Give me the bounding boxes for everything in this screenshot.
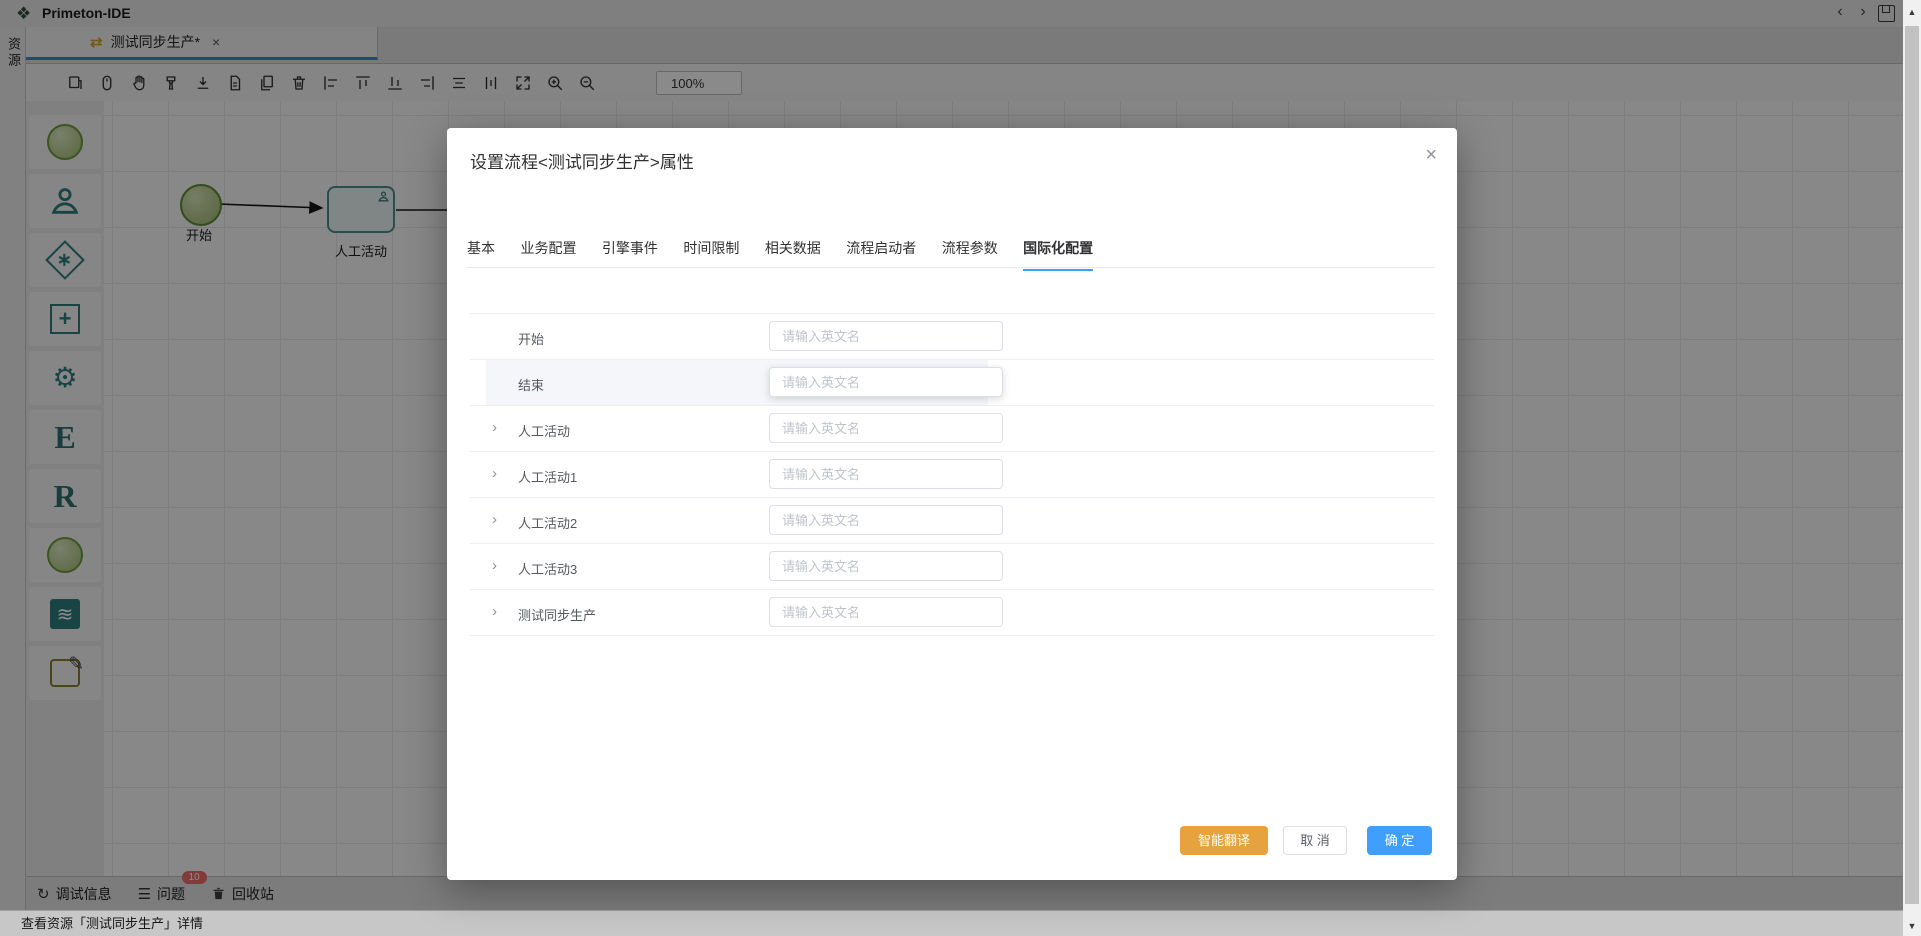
status-text: 查看资源「测试同步生产」详情 (21, 916, 203, 931)
chevron-right-icon[interactable]: › (492, 604, 497, 620)
scroll-up-icon[interactable]: ▲ (1903, 7, 1921, 17)
vertical-scrollbar[interactable]: ▲ ▼ (1903, 0, 1921, 936)
tab-engine-events[interactable]: 引擎事件 (602, 226, 658, 271)
chevron-right-icon[interactable]: › (492, 558, 497, 574)
chevron-right-icon[interactable]: › (492, 420, 497, 436)
i18n-form: 开始 结束 › 人工活动 › 人工活动1 › 人工活动2 › 人工活动3 (470, 313, 1434, 636)
tab-related-data[interactable]: 相关数据 (765, 226, 821, 271)
row-label: 人工活动 (518, 421, 570, 440)
i18n-row-manual-activity1[interactable]: › 人工活动1 (470, 452, 1434, 498)
row-label: 开始 (518, 329, 544, 348)
tab-time-limit[interactable]: 时间限制 (683, 226, 739, 271)
english-name-input[interactable] (769, 551, 1003, 581)
english-name-input[interactable] (769, 505, 1003, 535)
row-label: 结束 (518, 375, 544, 394)
row-label: 人工活动1 (518, 467, 577, 486)
english-name-input[interactable] (769, 367, 1003, 397)
tab-process-initiator[interactable]: 流程启动者 (846, 226, 916, 271)
english-name-input[interactable] (769, 413, 1003, 443)
row-label: 测试同步生产 (518, 605, 596, 624)
i18n-row-manual-activity[interactable]: › 人工活动 (470, 406, 1434, 452)
chevron-right-icon[interactable]: › (492, 466, 497, 482)
smart-translate-button[interactable]: 智能翻译 (1180, 826, 1268, 855)
chevron-right-icon[interactable]: › (492, 512, 497, 528)
row-label: 人工活动3 (518, 559, 577, 578)
dialog-tab-bar: 基本 业务配置 引擎事件 时间限制 相关数据 流程启动者 流程参数 国际化配置 (467, 226, 1434, 268)
tab-i18n-config[interactable]: 国际化配置 (1023, 226, 1093, 271)
status-bar: 查看资源「测试同步生产」详情 (0, 910, 1903, 936)
i18n-row-manual-activity3[interactable]: › 人工活动3 (470, 544, 1434, 590)
cancel-button[interactable]: 取 消 (1283, 826, 1347, 855)
i18n-row-process[interactable]: › 测试同步生产 (470, 590, 1434, 636)
english-name-input[interactable] (769, 321, 1003, 351)
i18n-row-manual-activity2[interactable]: › 人工活动2 (470, 498, 1434, 544)
english-name-input[interactable] (769, 597, 1003, 627)
dialog-title: 设置流程<测试同步生产>属性 (470, 148, 694, 173)
i18n-row-end[interactable]: 结束 (470, 360, 1434, 406)
tab-business-config[interactable]: 业务配置 (520, 226, 576, 271)
process-properties-dialog: 设置流程<测试同步生产>属性 × 基本 业务配置 引擎事件 时间限制 相关数据 … (447, 128, 1457, 880)
english-name-input[interactable] (769, 459, 1003, 489)
i18n-row-start[interactable]: 开始 (470, 314, 1434, 360)
row-label: 人工活动2 (518, 513, 577, 532)
scroll-down-icon[interactable]: ▼ (1903, 921, 1921, 931)
scrollbar-thumb[interactable] (1905, 26, 1919, 904)
tab-basic[interactable]: 基本 (467, 226, 495, 271)
tab-process-params[interactable]: 流程参数 (942, 226, 998, 271)
dialog-close-icon[interactable]: × (1425, 144, 1437, 167)
ok-button[interactable]: 确 定 (1367, 826, 1432, 855)
